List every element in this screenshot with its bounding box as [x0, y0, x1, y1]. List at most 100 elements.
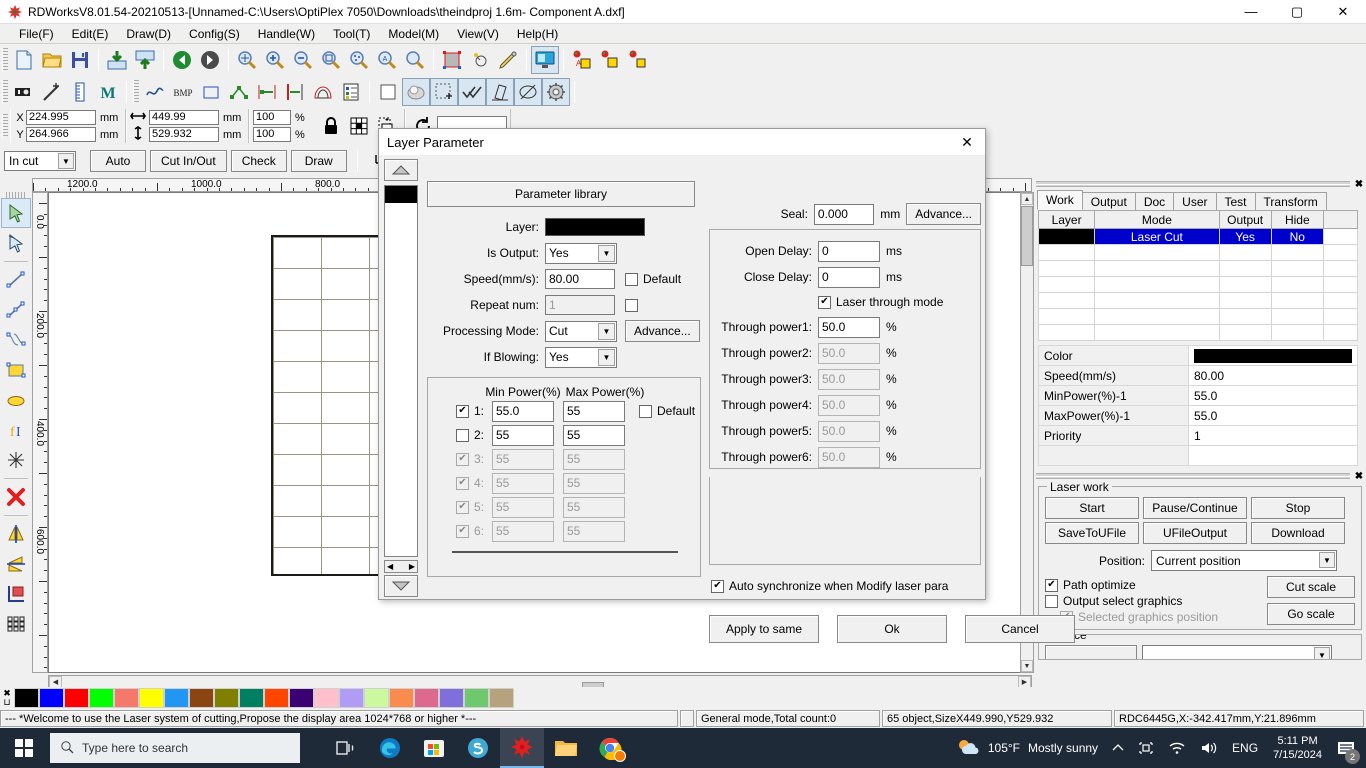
palette-swatch[interactable] [89, 688, 114, 708]
ellipse-tool-icon[interactable] [1, 385, 31, 415]
download-button[interactable]: Download [1251, 522, 1345, 544]
palette-swatch[interactable] [114, 688, 139, 708]
scroll-thumb[interactable] [1021, 206, 1033, 266]
palette-swatch[interactable] [289, 688, 314, 708]
property-value[interactable]: 80.00 [1188, 365, 1358, 386]
chevron-down-icon[interactable]: ▼ [598, 348, 615, 366]
volume-icon[interactable] [1193, 728, 1225, 768]
chrome-browser-icon[interactable] [588, 728, 632, 768]
property-row[interactable]: MaxPower(%)-1 55.0 [1038, 405, 1358, 426]
zoom-all-icon[interactable]: A [373, 46, 401, 74]
close-button[interactable]: ✕ [1320, 0, 1366, 24]
processing-mode-select[interactable]: Cut ▼ [545, 320, 617, 342]
rectangle-icon[interactable] [197, 78, 225, 106]
zoom-extents-icon[interactable] [317, 46, 345, 74]
auto-sync-row[interactable]: ✔ Auto synchronize when Modify laser par… [711, 579, 948, 593]
x-input[interactable]: 224.995 [26, 110, 96, 125]
table-row[interactable] [1037, 244, 1359, 261]
laser-through-row[interactable]: ✔ Laser through mode [818, 290, 980, 314]
panel-close-icon[interactable]: ✖ [1352, 179, 1366, 190]
palette-swatch[interactable] [414, 688, 439, 708]
is-output-select[interactable]: Yes ▼ [545, 242, 617, 264]
palette-swatch[interactable] [164, 688, 189, 708]
property-row[interactable]: Priority 1 [1038, 425, 1358, 446]
palette-swatch[interactable] [214, 688, 239, 708]
layer-color-list[interactable] [384, 185, 418, 557]
menu-draw[interactable]: Draw(D) [117, 25, 180, 43]
rdworks-app-icon[interactable] [500, 728, 544, 768]
power-1-checkbox[interactable]: ✔ [456, 404, 469, 418]
dialog-close-icon[interactable]: ✕ [953, 130, 981, 154]
y-input[interactable]: 264.966 [26, 127, 96, 142]
power-default-checkbox[interactable] [639, 404, 652, 418]
palette-swatch[interactable] [314, 688, 339, 708]
chevron-down-icon[interactable]: ▼ [1319, 552, 1335, 568]
start-button[interactable]: Start [1045, 497, 1139, 519]
import-icon[interactable] [103, 46, 131, 74]
origin-axis-icon[interactable] [1, 579, 31, 609]
new-file-icon[interactable] [10, 46, 38, 74]
path-nodes-icon[interactable] [225, 78, 253, 106]
align-left-icon[interactable] [281, 78, 309, 106]
cut-scale-button[interactable]: Cut scale [1267, 576, 1355, 598]
taskbar-search-box[interactable]: Type here to search [50, 733, 300, 763]
seal-advance-button[interactable]: Advance... [906, 203, 981, 225]
panel-drag-handle[interactable] [1036, 181, 1350, 187]
sphere-icon[interactable] [402, 78, 430, 106]
file-explorer-icon[interactable] [544, 728, 588, 768]
output-select-graphics-row[interactable]: Output select graphics [1045, 594, 1267, 608]
auto-sync-checkbox[interactable]: ✔ [711, 579, 724, 593]
zoom-in-icon[interactable] [261, 46, 289, 74]
palette-swatch[interactable] [489, 688, 514, 708]
stop-button[interactable]: Stop [1251, 497, 1345, 519]
align-node-c-icon[interactable] [624, 46, 652, 74]
menu-handle[interactable]: Handle(W) [249, 25, 324, 43]
align-node-b-icon[interactable] [596, 46, 624, 74]
check-button[interactable]: Check [230, 150, 287, 172]
menu-help[interactable]: Help(H) [508, 25, 567, 43]
processing-advance-button[interactable]: Advance... [625, 320, 700, 342]
gear-icon[interactable] [542, 78, 570, 106]
menu-config[interactable]: Config(S) [180, 25, 249, 43]
chevron-down-icon[interactable]: ▼ [598, 244, 615, 262]
rectangle-tool-icon[interactable] [1, 355, 31, 385]
table-row[interactable]: Laser Cut Yes No [1037, 228, 1359, 245]
maximize-button[interactable]: ▢ [1274, 0, 1320, 24]
property-value[interactable]: 1 [1188, 425, 1358, 446]
lock-ratio-icon[interactable] [317, 112, 345, 140]
palette-swatch[interactable] [64, 688, 89, 708]
bezier-tool-icon[interactable] [1, 325, 31, 355]
property-row[interactable]: MinPower(%)-1 55.0 [1038, 385, 1358, 406]
palette-swatch[interactable] [339, 688, 364, 708]
palette-close-icon[interactable]: ✖ ⊔ [0, 689, 14, 707]
wifi-icon[interactable] [1161, 728, 1193, 768]
open-file-icon[interactable] [38, 46, 66, 74]
measure-line-icon[interactable] [38, 78, 66, 106]
layer-parameter-dialog[interactable]: Layer Parameter ✕ ◀ ▶ Parameter library … [378, 128, 1075, 643]
repeat-num-checkbox[interactable] [625, 298, 638, 312]
polyline-tool-icon[interactable] [1, 295, 31, 325]
tray-overflow-icon[interactable] [1105, 728, 1131, 768]
offset-icon[interactable] [253, 78, 281, 106]
table-row[interactable] [1037, 260, 1359, 277]
cut-mode-select[interactable]: In cut ▼ [4, 151, 76, 171]
row-hide[interactable]: No [1270, 228, 1324, 245]
power-1-min-input[interactable]: 55.0 [492, 400, 554, 422]
ufile-output-button[interactable]: UFileOutput [1143, 522, 1247, 544]
display-mode-icon[interactable] [531, 46, 559, 74]
save-to-ufile-button[interactable]: SaveToUFile [1045, 522, 1139, 544]
palette-swatch[interactable] [389, 688, 414, 708]
through-power-1-input[interactable]: 50.0 [818, 316, 880, 338]
go-scale-button[interactable]: Go scale [1267, 603, 1355, 625]
device-select[interactable]: ▼ [1142, 645, 1332, 659]
select-tool-icon[interactable] [1, 198, 31, 228]
mirror-horizontal-icon[interactable] [1, 519, 31, 549]
layer-scroll-up-icon[interactable] [384, 159, 418, 181]
scroll-up-arrow-icon[interactable]: ▲ [1021, 193, 1033, 205]
layer-list-icon[interactable] [337, 78, 365, 106]
property-value-color[interactable] [1188, 345, 1358, 366]
skype-icon[interactable] [456, 728, 500, 768]
power-2-max-input[interactable]: 55 [563, 424, 625, 446]
white-square-icon[interactable] [374, 78, 402, 106]
spark-tool-icon[interactable] [1, 445, 31, 475]
